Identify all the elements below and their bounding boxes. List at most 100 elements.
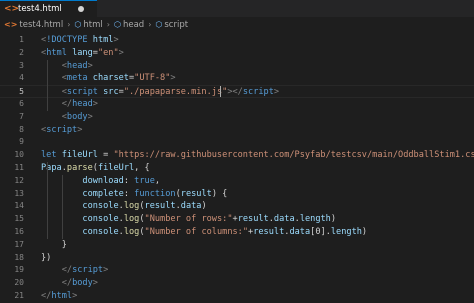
code-text: <!DOCTYPE html> — [41, 34, 119, 47]
breadcrumb-script[interactable]: script — [164, 20, 188, 30]
code-token: log — [123, 214, 140, 225]
code-token: body — [66, 111, 88, 122]
chevron-right-icon: › — [67, 20, 71, 29]
code-line[interactable]: 7 <body> — [0, 111, 474, 124]
code-token: </ — [61, 99, 73, 109]
code-line[interactable]: 5 <script src="./papaparse.min.js"></scr… — [0, 85, 474, 98]
unsaved-dot-icon[interactable] — [77, 6, 84, 12]
code-token: html — [92, 35, 114, 45]
line-number: 1 — [19, 35, 24, 44]
code-token: data — [273, 214, 295, 225]
code-line[interactable]: 19 </script> — [0, 264, 474, 277]
code-line[interactable]: 11 Papa.parse(fileUrl, { — [0, 162, 474, 175]
code-token: log — [123, 201, 140, 212]
code-token: </ — [61, 278, 73, 289]
code-line[interactable]: 12 download: true, — [0, 175, 474, 188]
code-token: > — [103, 265, 109, 276]
code-token: fileUrl — [97, 163, 135, 173]
code-line[interactable]: 2 <html lang="en"> — [0, 47, 474, 60]
code-text: let fileUrl = "https://raw.githubusercon… — [41, 149, 474, 162]
code-text: <body> — [41, 111, 93, 124]
code-token: result — [180, 188, 212, 199]
code-line[interactable]: 20 </body> — [0, 277, 474, 290]
code-token: console — [82, 201, 119, 212]
code-token: , — [154, 175, 161, 186]
code-editor[interactable]: 1 <!DOCTYPE html> 2 <html lang="en"> 3 <head… — [0, 32, 474, 301]
code-line[interactable]: 18}) — [0, 252, 474, 265]
code-text: <html lang="en"> — [41, 47, 124, 60]
code-text: </head> — [41, 98, 98, 111]
html-file-icon: <> — [4, 4, 20, 14]
line-number: 13 — [14, 188, 24, 198]
code-token: "./papaparse.min.js" — [123, 87, 228, 98]
code-token: > — [92, 99, 98, 109]
code-token: html — [51, 291, 73, 301]
code-token: function — [134, 188, 176, 199]
code-token: > — [72, 291, 78, 301]
code-token: head — [72, 99, 93, 109]
code-line[interactable]: 6 </head> — [0, 98, 474, 111]
element-icon: ⬡ — [74, 20, 82, 29]
code-text: <head> — [41, 60, 93, 73]
code-token: ) — [201, 201, 207, 212]
code-token: lang — [72, 47, 93, 58]
code-token: : — [123, 175, 135, 186]
chevron-right-icon: › — [106, 20, 110, 29]
code-line[interactable]: 4 <meta charset="UTF-8"> — [0, 72, 474, 85]
code-line[interactable]: 3 <head> — [0, 60, 474, 73]
code-text: </body> — [41, 277, 98, 290]
tab-test4-html[interactable]: <> test4.html — [0, 0, 97, 17]
line-number: 16 — [14, 227, 24, 236]
code-line[interactable]: 10 let fileUrl = "https://raw.githubuserc… — [0, 149, 474, 162]
tab-bar: <> test4.html — [0, 0, 474, 17]
code-token: ) — [361, 227, 368, 237]
breadcrumb-file[interactable]: test4.html — [19, 20, 63, 30]
code-token: > — [77, 124, 83, 135]
text-cursor — [220, 86, 221, 98]
line-number: 4 — [19, 73, 24, 83]
code-line[interactable]: 15 console.log("Number of rows:"+result.… — [0, 213, 474, 226]
code-line[interactable]: 17 } — [0, 239, 474, 252]
code-token: script — [46, 124, 78, 135]
element-icon: ⬡ — [113, 20, 121, 29]
code-token: fileUrl — [61, 150, 98, 161]
code-line[interactable]: 1 <!DOCTYPE html> — [0, 34, 474, 47]
code-token: > — [170, 73, 176, 84]
code-line[interactable]: 8 <script> — [0, 124, 474, 137]
code-token: > — [273, 87, 280, 98]
code-token: result — [237, 214, 269, 225]
code-token: result — [253, 227, 285, 237]
line-number: 9 — [19, 137, 24, 147]
code-token: parse — [66, 163, 93, 173]
breadcrumb-head[interactable]: head — [123, 20, 144, 30]
code-token: let — [41, 150, 62, 161]
line-number: 2 — [19, 47, 24, 57]
code-token: ) { — [211, 188, 228, 199]
code-line[interactable]: 16 console.log("Number of columns:"+resu… — [0, 226, 474, 239]
code-token: </ — [61, 265, 73, 276]
code-token: script — [72, 265, 104, 276]
code-token: } — [41, 239, 67, 250]
code-text: Papa.parse(fileUrl, { — [41, 162, 150, 175]
indent-guide — [62, 174, 63, 239]
code-token: }) — [41, 252, 52, 263]
code-text: complete: function(result) { — [41, 188, 227, 201]
code-token: true — [134, 175, 155, 186]
code-token: result — [144, 201, 176, 212]
line-number: 20 — [14, 278, 24, 288]
code-line[interactable]: 9 — [0, 136, 474, 149]
code-token: > — [87, 60, 93, 71]
code-token: head — [66, 60, 88, 71]
line-number: 14 — [14, 201, 24, 211]
breadcrumb-html[interactable]: html — [83, 20, 102, 30]
line-number: 8 — [19, 124, 24, 134]
code-line[interactable]: 13 complete: function(result) { — [0, 188, 474, 201]
code-token: data — [289, 227, 311, 237]
code-line[interactable]: 14 console.log(result.data) — [0, 200, 474, 213]
code-text: <script> — [41, 124, 82, 137]
code-token: > — [92, 278, 98, 289]
